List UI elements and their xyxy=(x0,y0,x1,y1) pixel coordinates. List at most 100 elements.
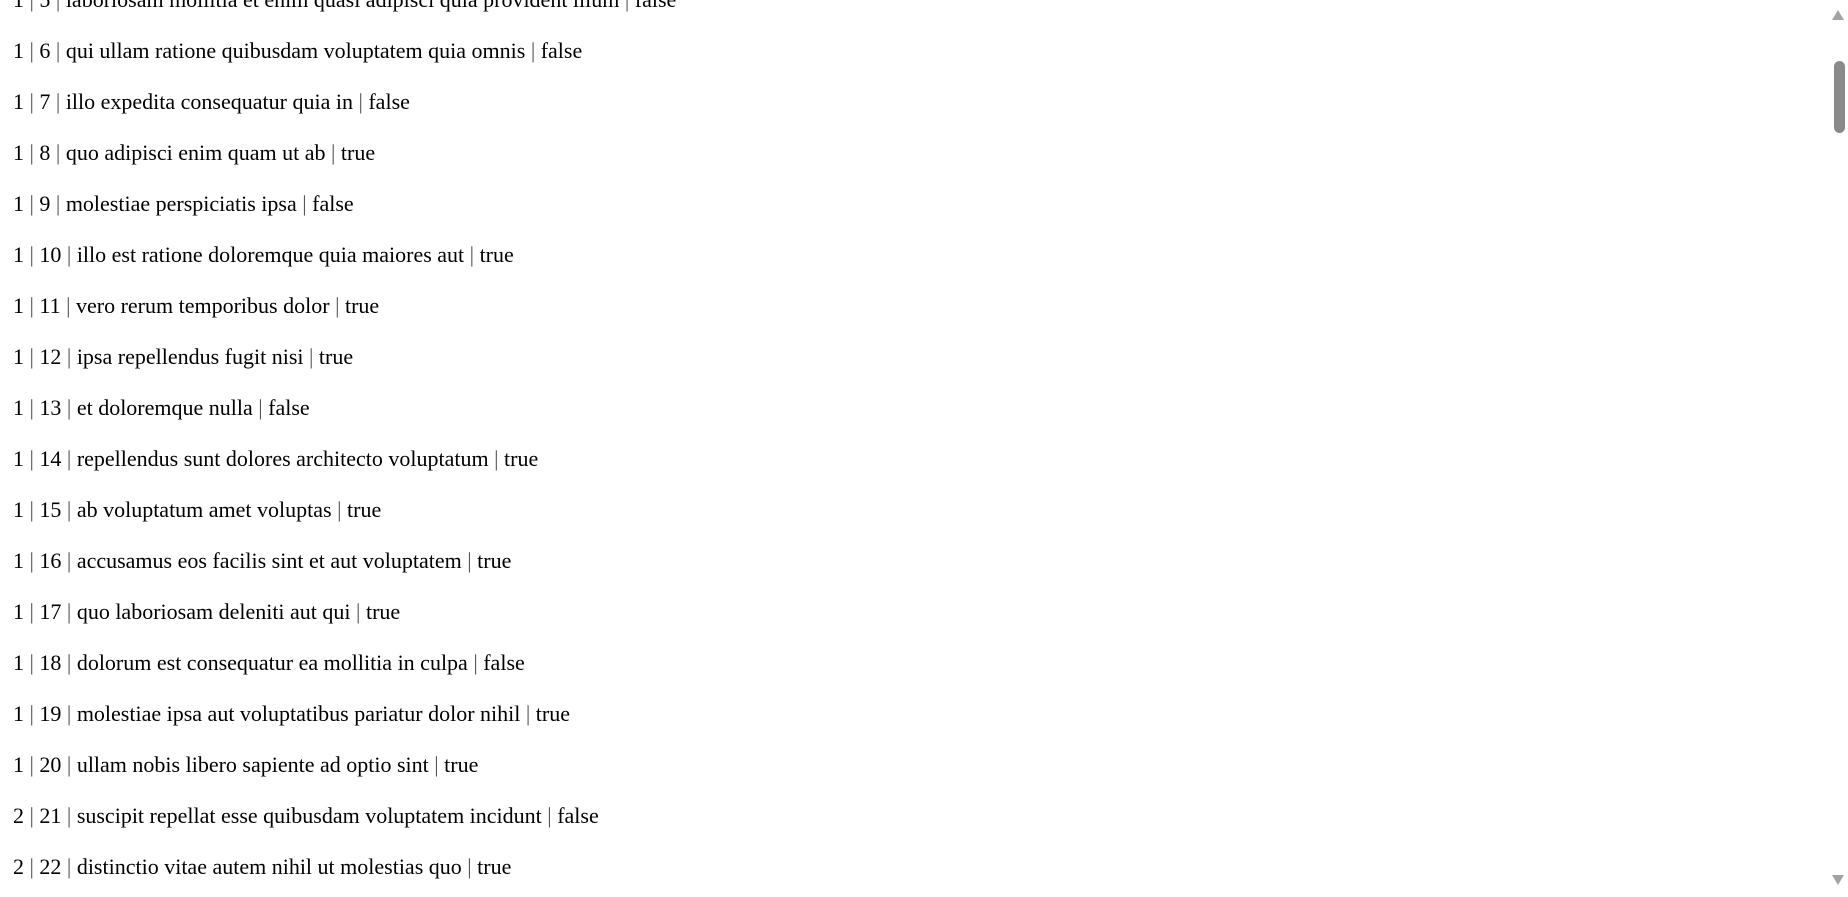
todo-user-id: 1 xyxy=(13,89,24,114)
todo-id: 8 xyxy=(39,140,51,165)
todo-completed: true xyxy=(365,599,401,624)
field-separator: | xyxy=(467,650,484,675)
todo-title: illo expedita consequatur quia in xyxy=(65,89,353,114)
field-separator: | xyxy=(296,191,313,216)
todo-row: 1 | 11 | vero rerum temporibus dolor | t… xyxy=(13,289,676,340)
todo-title: quo laboriosam deleniti aut qui xyxy=(76,599,351,624)
todo-user-id: 1 xyxy=(13,0,24,12)
todo-row: 1 | 17 | quo laboriosam deleniti aut qui… xyxy=(13,595,676,646)
field-separator: | xyxy=(61,344,77,369)
todo-id: 12 xyxy=(39,344,62,369)
field-separator: | xyxy=(24,548,40,573)
scroll-up-arrow-icon[interactable] xyxy=(1832,10,1844,20)
field-separator: | xyxy=(61,242,77,267)
todo-user-id: 1 xyxy=(13,497,24,522)
todo-completed: true xyxy=(347,497,382,522)
field-separator: | xyxy=(61,497,77,522)
todo-id: 14 xyxy=(39,446,62,471)
todo-id: 15 xyxy=(39,497,62,522)
field-separator: | xyxy=(619,0,634,12)
field-separator: | xyxy=(461,854,478,879)
todo-completed: true xyxy=(477,854,512,879)
field-separator: | xyxy=(61,803,77,828)
todo-user-id: 1 xyxy=(13,344,24,369)
field-separator: | xyxy=(24,0,39,12)
todo-title: illo est ratione doloremque quia maiores… xyxy=(76,242,465,267)
field-separator: | xyxy=(50,38,66,63)
todo-user-id: 1 xyxy=(13,548,24,573)
todo-id: 21 xyxy=(39,803,62,828)
todo-row: 1 | 12 | ipsa repellendus fugit nisi | t… xyxy=(13,340,676,391)
todo-title: qui ullam ratione quibusdam voluptatem q… xyxy=(65,38,526,63)
field-separator: | xyxy=(50,89,66,114)
todo-completed: false xyxy=(312,191,354,216)
field-separator: | xyxy=(331,497,348,522)
todo-row: 1 | 20 | ullam nobis libero sapiente ad … xyxy=(13,748,676,799)
field-separator: | xyxy=(61,854,77,879)
todo-user-id: 1 xyxy=(13,242,24,267)
todo-row: 1 | 19 | molestiae ipsa aut voluptatibus… xyxy=(13,697,676,748)
todo-title: ullam nobis libero sapiente ad optio sin… xyxy=(76,752,429,777)
vertical-scrollbar[interactable] xyxy=(1828,0,1848,897)
field-separator: | xyxy=(50,191,66,216)
page-content: 1 | 5 | laboriosam mollitia et enim quas… xyxy=(0,0,1828,897)
todo-completed: true xyxy=(504,446,539,471)
field-separator: | xyxy=(61,650,77,675)
field-separator: | xyxy=(24,242,40,267)
todo-id: 6 xyxy=(39,38,51,63)
todo-id: 20 xyxy=(39,752,62,777)
todo-user-id: 1 xyxy=(13,650,24,675)
field-separator: | xyxy=(461,548,478,573)
field-separator: | xyxy=(24,701,40,726)
todo-user-id: 1 xyxy=(13,140,24,165)
todo-id: 19 xyxy=(39,701,62,726)
field-separator: | xyxy=(24,599,40,624)
todo-row: 1 | 6 | qui ullam ratione quibusdam volu… xyxy=(13,34,676,85)
todo-title: dolorum est consequatur ea mollitia in c… xyxy=(76,650,468,675)
todo-user-id: 1 xyxy=(13,293,24,318)
field-separator: | xyxy=(352,89,369,114)
todo-id: 16 xyxy=(39,548,62,573)
field-separator: | xyxy=(525,38,541,63)
field-separator: | xyxy=(50,0,65,12)
todo-user-id: 1 xyxy=(13,38,24,63)
todo-id: 11 xyxy=(39,293,61,318)
scroll-down-arrow-icon[interactable] xyxy=(1832,875,1844,885)
field-separator: | xyxy=(350,599,366,624)
todo-completed: true xyxy=(318,344,354,369)
todo-title: quo adipisci enim quam ut ab xyxy=(65,140,326,165)
todo-user-id: 1 xyxy=(13,752,24,777)
todo-user-id: 1 xyxy=(13,395,24,420)
todo-id: 22 xyxy=(39,854,62,879)
field-separator: | xyxy=(61,599,77,624)
todo-title: accusamus eos facilis sint et aut volupt… xyxy=(76,548,462,573)
field-separator: | xyxy=(541,803,558,828)
todo-title: ipsa repellendus fugit nisi xyxy=(76,344,304,369)
field-separator: | xyxy=(520,701,536,726)
field-separator: | xyxy=(61,752,77,777)
todo-row: 2 | 22 | distinctio vitae autem nihil ut… xyxy=(13,850,676,897)
todo-completed: true xyxy=(444,752,479,777)
todo-title: suscipit repellat esse quibusdam volupta… xyxy=(76,803,542,828)
todo-title: molestiae ipsa aut voluptatibus pariatur… xyxy=(76,701,521,726)
todo-title: ab voluptatum amet voluptas xyxy=(76,497,332,522)
todo-row: 1 | 16 | accusamus eos facilis sint et a… xyxy=(13,544,676,595)
todo-id: 10 xyxy=(39,242,62,267)
scrollbar-thumb[interactable] xyxy=(1834,61,1845,133)
todo-completed: true xyxy=(477,548,512,573)
field-separator: | xyxy=(61,395,77,420)
field-separator: | xyxy=(24,89,40,114)
todo-title: et doloremque nulla xyxy=(76,395,253,420)
todo-completed: false xyxy=(557,803,599,828)
todo-user-id: 1 xyxy=(13,599,24,624)
field-separator: | xyxy=(61,446,77,471)
todo-user-id: 2 xyxy=(13,854,24,879)
field-separator: | xyxy=(24,854,40,879)
field-separator: | xyxy=(488,446,504,471)
todo-id: 5 xyxy=(39,0,50,12)
field-separator: | xyxy=(24,191,40,216)
todo-id: 13 xyxy=(39,395,62,420)
todo-completed: true xyxy=(535,701,570,726)
field-separator: | xyxy=(325,140,341,165)
todo-row: 1 | 18 | dolorum est consequatur ea moll… xyxy=(13,646,676,697)
